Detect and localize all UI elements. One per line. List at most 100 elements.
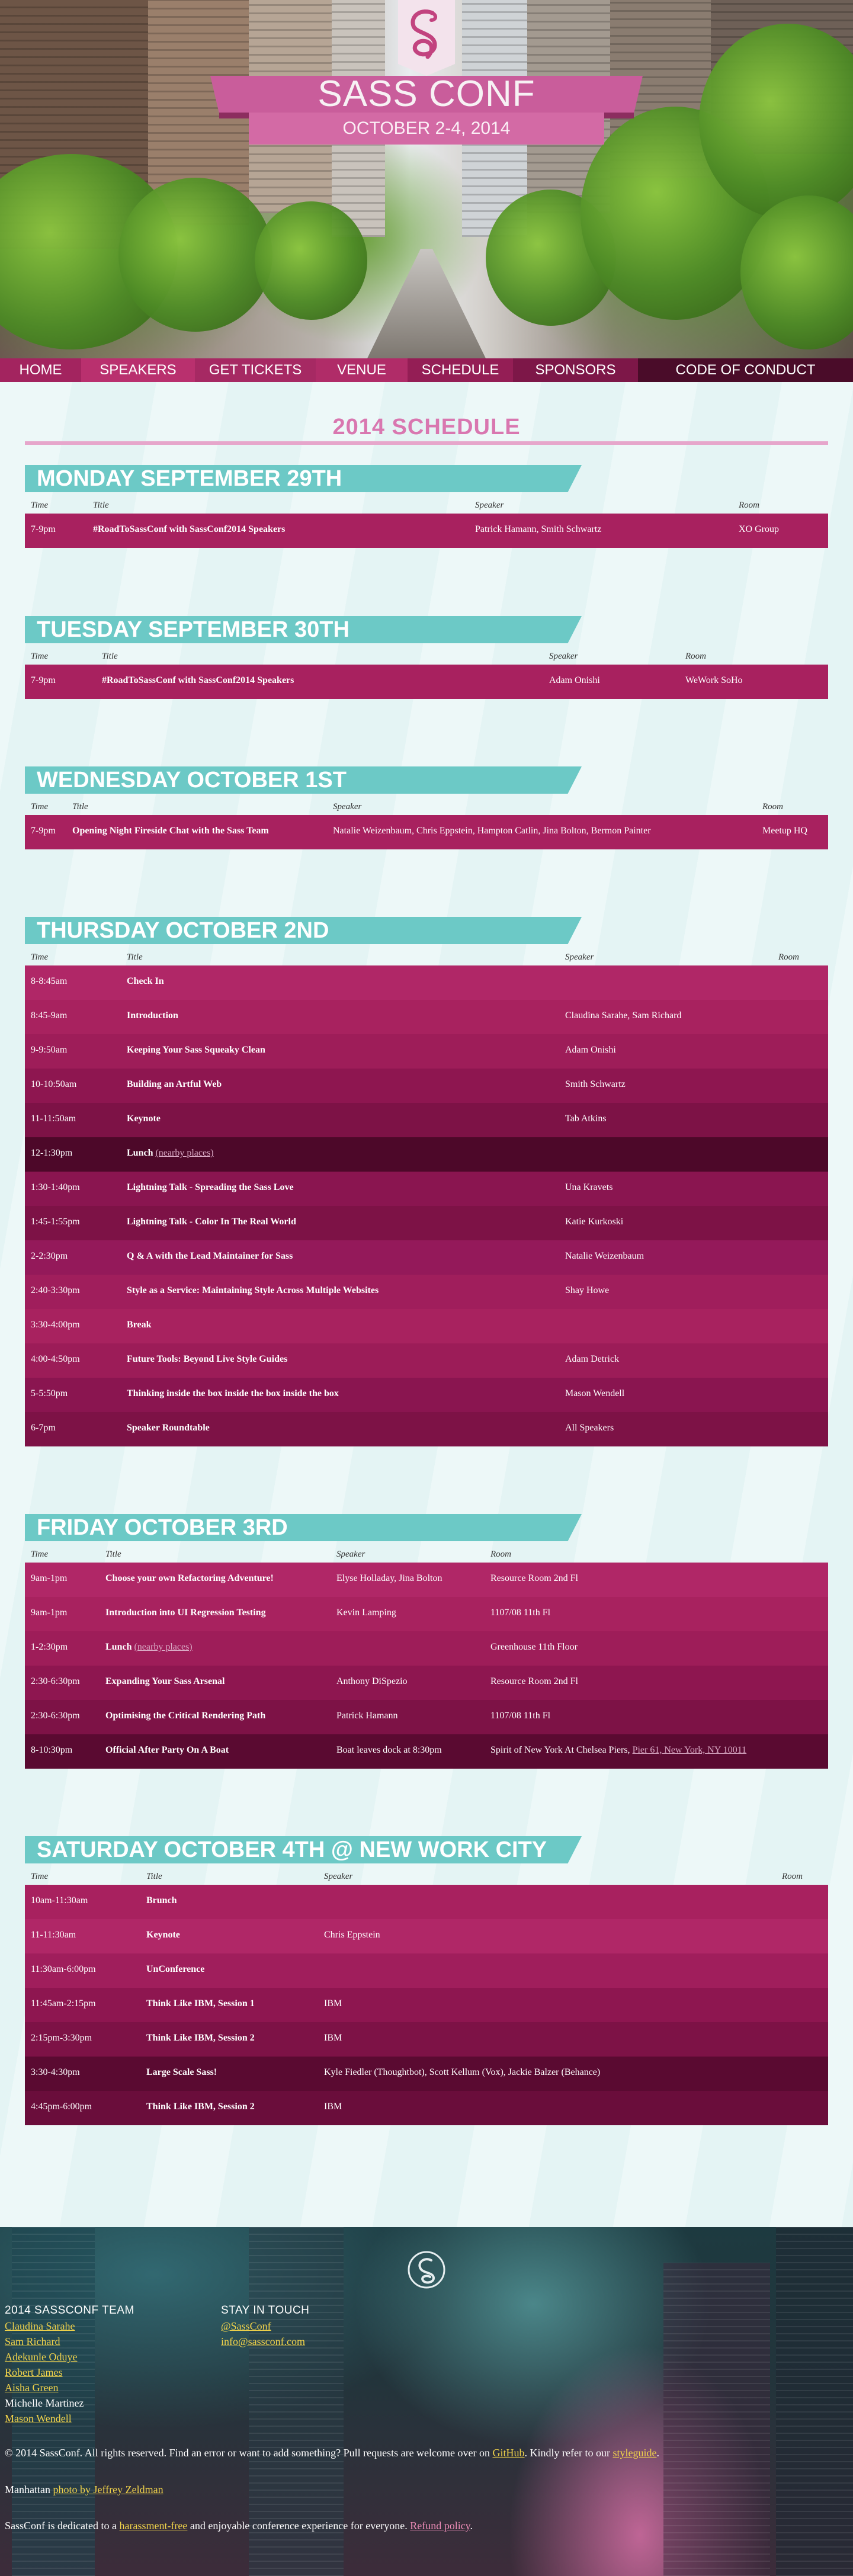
session-room-text: Resource Room 2nd Fl	[490, 1573, 578, 1583]
table-row: 1-2:30pm Lunch (nearby places) Greenhouse …	[25, 1631, 828, 1666]
column-header-room: Room	[762, 802, 783, 811]
session-speaker: IBM	[324, 1998, 342, 2009]
copyright-text: .	[656, 2447, 659, 2459]
session-time: 2:40-3:30pm	[31, 1285, 80, 1295]
session-room-text: Resource Room 2nd Fl	[490, 1676, 578, 1686]
session-title: #RoadToSassConf with SassConf2014 Speake…	[93, 524, 285, 535]
session-title: Lightning Talk - Color In The Real World	[127, 1217, 296, 1227]
table-row: 2:15pm-3:30pm Think Like IBM, Session 2 IB…	[25, 2022, 828, 2057]
team-member-link[interactable]: Robert James	[5, 2366, 62, 2378]
team-member-link[interactable]: Mason Wendell	[5, 2413, 72, 2424]
github-link[interactable]: GitHub	[493, 2447, 525, 2459]
conference-dates: OCTOBER 2-4, 2014	[342, 118, 511, 138]
photo-credit-link[interactable]: photo by Jeffrey Zeldman	[53, 2484, 163, 2495]
table-row: 10am-11:30am Brunch	[25, 1885, 828, 1919]
column-header-room: Room	[739, 501, 759, 510]
session-speaker: Mason Wendell	[565, 1388, 625, 1398]
session-title-text: Choose your own Refactoring Adventure!	[105, 1573, 274, 1583]
table-header: Time Title Speaker Room	[25, 944, 828, 965]
table-header: Time Title Speaker Room	[25, 1863, 828, 1885]
table-row: 4:00-4:50pm Future Tools: Beyond Live Sty…	[25, 1343, 828, 1378]
session-room: Resource Room 2nd Fl	[490, 1676, 578, 1687]
team-column: 2014 SASSCONF TEAM Claudina Sarahe Sam Ri…	[5, 2303, 194, 2426]
session-room-text: XO Group	[739, 524, 779, 534]
main-nav: HOME SPEAKERS GET TICKETS VENUE SCHEDULE SPON…	[0, 358, 853, 382]
session-time: 12-1:30pm	[31, 1148, 73, 1158]
session-time: 7-9pm	[31, 675, 56, 685]
table-row: 1:45-1:55pm Lightning Talk - Color In The…	[25, 1206, 828, 1240]
session-time: 7-9pm	[31, 524, 56, 534]
table-row: 6-7pm Speaker Roundtable All Speakers	[25, 1412, 828, 1446]
session-title: Check In	[127, 976, 164, 987]
copyright-text: . Kindly refer to our	[524, 2447, 613, 2459]
session-time: 2:15pm-3:30pm	[31, 2033, 92, 2043]
nav-item-home[interactable]: HOME	[0, 358, 81, 382]
session-title-text: Introduction	[127, 1010, 178, 1021]
session-title: Official After Party On A Boat	[105, 1745, 229, 1756]
sass-logo-icon	[408, 2251, 445, 2289]
session-title: Introduction	[127, 1010, 178, 1021]
session-title: #RoadToSassConf with SassConf2014 Speake…	[102, 675, 294, 686]
session-room: XO Group	[739, 524, 779, 535]
session-title: Break	[127, 1320, 151, 1330]
team-member-link[interactable]: Claudina Sarahe	[5, 2320, 75, 2332]
session-speaker: Elyse Holladay, Jina Bolton	[336, 1573, 442, 1583]
session-time: 5-5:50pm	[31, 1388, 68, 1398]
session-speaker: Patrick Hamann, Smith Schwartz	[475, 524, 602, 534]
nav-item-get-tickets[interactable]: GET TICKETS	[195, 358, 316, 382]
schedule-day: MONDAY SEPTEMBER 29TH Time Title Speaker Roo…	[25, 465, 828, 548]
table-row: 8-8:45am Check In	[25, 965, 828, 1000]
session-title-text: Future Tools: Beyond Live Style Guides	[127, 1354, 288, 1364]
session-title: Style as a Service: Maintaining Style Ac…	[127, 1285, 379, 1296]
session-title-text: Think Like IBM, Session 2	[146, 2033, 255, 2043]
session-speaker: Adam Onishi	[549, 675, 600, 685]
session-title: Building an Artful Web	[127, 1079, 222, 1090]
copyright-text: © 2014 SassConf. All rights reserved. Fi…	[5, 2447, 493, 2459]
nearby-places-link[interactable]: (nearby places)	[134, 1642, 192, 1652]
column-header-room: Room	[782, 1872, 803, 1881]
session-time: 9-9:50am	[31, 1045, 68, 1055]
team-member-link[interactable]: Aisha Green	[5, 2382, 58, 2394]
session-title-text: UnConference	[146, 1964, 205, 1974]
harassment-free-link[interactable]: harassment-free	[119, 2520, 187, 2532]
nav-item-code-of-conduct[interactable]: CODE OF CONDUCT	[638, 358, 853, 382]
nav-item-sponsors[interactable]: SPONSORS	[513, 358, 638, 382]
session-title-text: Optimising the Critical Rendering Path	[105, 1711, 266, 1721]
column-header-speaker: Speaker	[336, 1550, 365, 1559]
session-title-text: Keynote	[146, 1930, 180, 1940]
email-link[interactable]: info@sassconf.com	[221, 2336, 305, 2347]
session-room: 1107/08 11th Fl	[490, 1608, 550, 1618]
team-member-link[interactable]: Sam Richard	[5, 2336, 60, 2347]
venue-address-link[interactable]: Pier 61, New York, NY 10011	[633, 1745, 747, 1755]
session-time: 9am-1pm	[31, 1573, 68, 1583]
nav-item-venue[interactable]: VENUE	[316, 358, 408, 382]
contact-heading: STAY IN TOUCH	[221, 2304, 310, 2317]
schedule-title: 2014 SCHEDULE	[332, 415, 521, 440]
table-row: 5-5:50pm Thinking inside the box inside t…	[25, 1378, 828, 1412]
tree	[255, 201, 367, 320]
nav-item-schedule[interactable]: SCHEDULE	[408, 358, 513, 382]
footer: 2014 SASSCONF TEAM Claudina Sarahe Sam Ri…	[0, 2227, 853, 2576]
session-title-text: #RoadToSassConf with SassConf2014 Speake…	[102, 675, 294, 685]
session-time: 11:45am-2:15pm	[31, 1998, 96, 2009]
session-speaker: All Speakers	[565, 1423, 614, 1433]
conference-title: SASS CONF	[318, 73, 535, 114]
team-member-link[interactable]: Adekunle Oduye	[5, 2351, 77, 2363]
session-title-text: Introduction into UI Regression Testing	[105, 1608, 266, 1618]
session-title-text: Thinking inside the box inside the box i…	[127, 1388, 339, 1398]
session-room: Spirit of New York At Chelsea Piers, Pie…	[490, 1745, 746, 1756]
twitter-link[interactable]: @SassConf	[221, 2320, 271, 2332]
styleguide-link[interactable]: styleguide	[613, 2447, 656, 2459]
refund-policy-link[interactable]: Refund policy	[410, 2520, 470, 2532]
table-row: 7-9pm Opening Night Fireside Chat with th…	[25, 815, 828, 849]
session-title-text: #RoadToSassConf with SassConf2014 Speake…	[93, 524, 286, 534]
session-time: 2:30-6:30pm	[31, 1711, 80, 1721]
session-time: 8-10:30pm	[31, 1745, 73, 1755]
column-header-room: Room	[778, 952, 799, 962]
nav-item-speakers[interactable]: SPEAKERS	[81, 358, 195, 382]
table-row: 2:30-6:30pm Optimising the Critical Rende…	[25, 1700, 828, 1734]
column-header-time: Time	[31, 802, 49, 811]
session-time: 10am-11:30am	[31, 1895, 88, 1905]
schedule-day: FRIDAY OCTOBER 3RD Time Title Speaker Room 9a…	[25, 1514, 828, 1769]
nearby-places-link[interactable]: (nearby places)	[155, 1148, 213, 1158]
